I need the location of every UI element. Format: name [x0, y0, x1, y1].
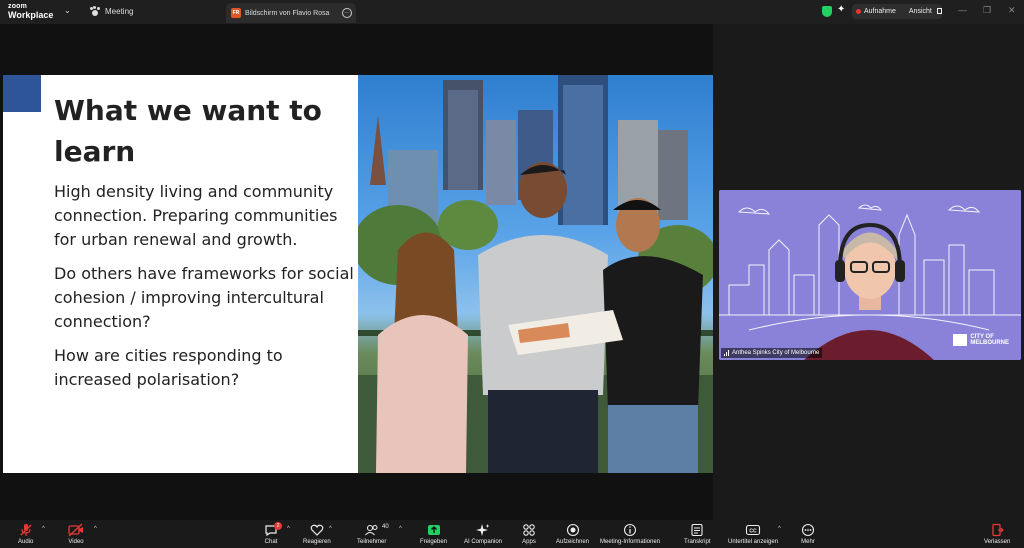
- react-options-caret[interactable]: ^: [329, 526, 332, 532]
- chat-label: Chat: [264, 539, 278, 545]
- chat-unread-badge: 2: [274, 522, 282, 530]
- ai-sparkle-icon: [476, 522, 490, 538]
- more-label: Mehr: [801, 539, 815, 545]
- slide-photo: [358, 75, 713, 473]
- ai-sparkle-icon[interactable]: ✦: [837, 4, 845, 15]
- participant-name-tag: Anthea Spinks City of Melbourne: [721, 348, 823, 358]
- microphone-muted-icon: [19, 522, 33, 538]
- share-screen-icon: [427, 522, 441, 538]
- closed-captions-icon: CC: [745, 522, 761, 538]
- more-button[interactable]: Mehr: [801, 520, 815, 548]
- participant-name: Anthea Spinks City of Melbourne: [732, 350, 820, 356]
- apps-button[interactable]: Apps: [522, 520, 536, 548]
- view-icon: [936, 8, 942, 15]
- meeting-toolbar: Audio ^ Video ^ Chat 2 ^ Reagieren ^ Tei…: [0, 520, 1024, 548]
- meeting-button[interactable]: Meeting: [90, 6, 133, 16]
- more-icon: [801, 522, 815, 538]
- security-shield-icon[interactable]: [822, 6, 832, 17]
- screen-share-tab[interactable]: FR Bildschirm von Flavio Rosa …: [226, 3, 356, 23]
- audio-options-caret[interactable]: ^: [42, 526, 45, 532]
- record-button[interactable]: Aufzeichnen: [556, 520, 589, 548]
- react-label: Reagieren: [303, 539, 331, 545]
- info-icon: [623, 522, 637, 538]
- zoom-window: zoom Workplace ⌄ Meeting FR Bildschirm v…: [0, 0, 1024, 548]
- meeting-info-label: Meeting-Informationen: [600, 539, 661, 545]
- slide-paragraph-3: How are cities responding to increased p…: [54, 346, 283, 389]
- paw-icon: [90, 6, 100, 16]
- apps-label: Apps: [522, 539, 536, 545]
- meeting-info-button[interactable]: Meeting-Informationen: [600, 520, 660, 548]
- zoom-logo[interactable]: zoom Workplace: [8, 2, 53, 20]
- camera-off-icon: [68, 522, 84, 538]
- meeting-stage: What we want to learn High density livin…: [0, 24, 1024, 520]
- city-people-photo: [358, 75, 713, 473]
- top-bar: zoom Workplace ⌄ Meeting FR Bildschirm v…: [0, 0, 1024, 24]
- close-icon[interactable]: ✕: [1008, 5, 1016, 16]
- captions-label: Untertitel anzeigen: [728, 539, 779, 545]
- recording-dot-icon: [856, 9, 861, 14]
- chat-options-caret[interactable]: ^: [287, 526, 290, 532]
- transcript-label: Transkript: [684, 539, 711, 545]
- view-label: Ansicht: [908, 8, 932, 15]
- presentation-slide: What we want to learn High density livin…: [3, 75, 713, 473]
- transcript-icon: [690, 522, 704, 538]
- heart-icon: [310, 522, 324, 538]
- audio-button[interactable]: Audio: [18, 520, 33, 548]
- minimize-icon[interactable]: —: [958, 5, 967, 15]
- slide-paragraph-2: Do others have frameworks for social coh…: [54, 264, 354, 331]
- recording-label: Aufnahme: [864, 8, 896, 15]
- apps-icon: [522, 522, 536, 538]
- participant-video[interactable]: CITY OF MELBOURNE Anthea Spinks City of …: [719, 190, 1021, 360]
- meeting-label: Meeting: [105, 6, 134, 16]
- slide-title: What we want to learn: [54, 94, 322, 168]
- shared-screen: What we want to learn High density livin…: [0, 24, 713, 520]
- view-button[interactable]: Ansicht: [909, 8, 942, 15]
- presenter-avatar: FR: [231, 8, 241, 18]
- more-options-icon[interactable]: …: [342, 8, 352, 18]
- video-button[interactable]: Video: [68, 520, 84, 548]
- slide-accent-block: [3, 75, 41, 112]
- captions-button[interactable]: CC Untertitel anzeigen: [728, 520, 778, 548]
- city-of-melbourne-logo: CITY OF MELBOURNE: [953, 334, 1009, 346]
- participants-count: 40: [382, 524, 389, 530]
- recording-status[interactable]: Aufnahme Ansicht: [852, 4, 942, 19]
- react-button[interactable]: Reagieren: [303, 520, 331, 548]
- captions-options-caret[interactable]: ^: [778, 526, 781, 532]
- share-label: Freigeben: [420, 539, 448, 545]
- video-label: Video: [68, 539, 84, 545]
- signal-strength-icon: [724, 350, 729, 356]
- leave-button[interactable]: Verlassen: [984, 520, 1010, 548]
- leave-door-icon: [990, 522, 1005, 538]
- audio-label: Audio: [18, 539, 34, 545]
- svg-text:CC: CC: [749, 529, 757, 535]
- participants-label: Teilnehmer: [357, 539, 387, 545]
- chevron-down-icon[interactable]: ⌄: [64, 6, 71, 15]
- melbourne-m-icon: [953, 334, 968, 346]
- leave-label: Verlassen: [984, 539, 1011, 545]
- record-label: Aufzeichnen: [556, 539, 590, 545]
- participants-options-caret[interactable]: ^: [399, 526, 402, 532]
- ai-companion-label: AI Companion: [464, 539, 503, 545]
- restore-icon[interactable]: ❐: [983, 5, 991, 16]
- logo-line2: Workplace: [8, 10, 54, 20]
- logo-text-line2: MELBOURNE: [970, 340, 1009, 346]
- slide-text-block: What we want to learn High density livin…: [54, 90, 354, 392]
- share-button[interactable]: Freigeben: [420, 520, 447, 548]
- ai-companion-button[interactable]: AI Companion: [464, 520, 502, 548]
- share-tab-label: Bildschirm von Flavio Rosa: [245, 9, 330, 17]
- participants-icon: [364, 522, 380, 538]
- transcript-button[interactable]: Transkript: [684, 520, 710, 548]
- slide-paragraph-1: High density living and community connec…: [54, 182, 338, 249]
- video-options-caret[interactable]: ^: [94, 526, 97, 532]
- record-icon: [566, 522, 580, 538]
